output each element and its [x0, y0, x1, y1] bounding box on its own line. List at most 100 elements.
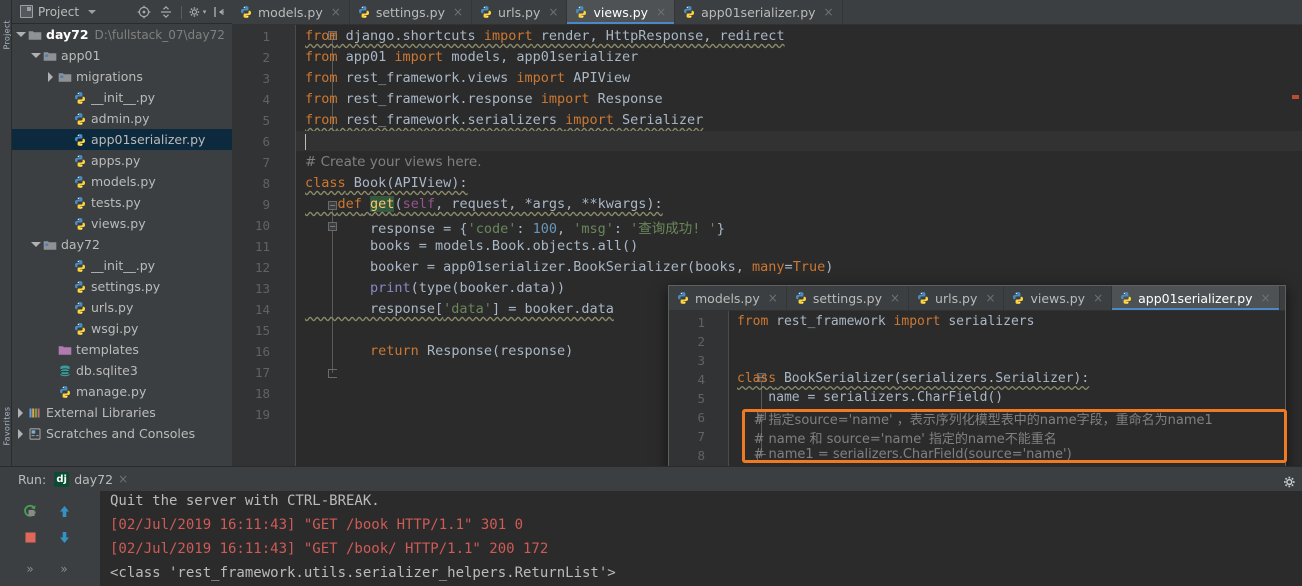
tree-item-urls-py[interactable]: urls.py — [12, 297, 232, 318]
tree-item-manage-py[interactable]: manage.py — [12, 381, 232, 402]
close-icon[interactable]: × — [1261, 291, 1271, 305]
popup-code-line-8[interactable]: # name1 = serializers.CharField(source='… — [737, 447, 1072, 462]
tree-item-admin-py[interactable]: admin.py — [12, 108, 232, 129]
tree-item-label: __init__.py — [91, 90, 156, 105]
code-line-16[interactable]: return Response(response) — [305, 343, 573, 359]
code-line-2[interactable]: from app01 import models, app01serialize… — [305, 49, 638, 65]
tab-settings-py[interactable]: settings.py × — [350, 0, 473, 24]
code-line-5[interactable]: from rest_framework.serializers import S… — [305, 112, 703, 128]
popup-tab-settings-py[interactable]: settings.py × — [787, 286, 910, 310]
tree-item-app01[interactable]: app01 — [12, 45, 232, 66]
run-console-output[interactable]: Quit the server with CTRL-BREAK. [02/Jul/… — [100, 491, 1302, 586]
code-line-13[interactable]: print(type(booker.data)) — [305, 280, 565, 296]
editor-fold-column[interactable]: − − − — [278, 25, 337, 466]
tab-models-py[interactable]: models.py × — [232, 0, 350, 24]
code-line-14[interactable]: response['data'] = booker.data — [305, 301, 614, 317]
locate-target-icon[interactable] — [134, 2, 154, 22]
expand-arrow-icon[interactable] — [14, 32, 27, 37]
collapse-arrow-icon[interactable] — [44, 71, 57, 82]
code-line-1[interactable]: from django.shortcuts import render, Htt… — [305, 28, 785, 44]
collapse-arrow-icon[interactable] — [14, 428, 27, 439]
scratches-icon — [27, 427, 43, 441]
popup-code-line-7[interactable]: # name 和 source='name' 指定的name不能重名 — [737, 428, 1057, 447]
expand-arrow-icon[interactable] — [29, 242, 42, 247]
close-icon[interactable]: × — [453, 5, 463, 19]
code-line-4[interactable]: from rest_framework.response import Resp… — [305, 91, 663, 107]
tree-item-day72[interactable]: day72 D:\fullstack_07\day72 — [12, 24, 232, 45]
code-line-12[interactable]: booker = app01serializer.BookSerializer(… — [305, 259, 833, 275]
tree-item-migrations[interactable]: migrations — [12, 66, 232, 87]
tree-item-wsgi-py[interactable]: wsgi.py — [12, 318, 232, 339]
popup-code-line-4[interactable]: class BookSerializer(serializers.Seriali… — [737, 371, 1089, 386]
tree-item-label: app01serializer.py — [91, 132, 206, 147]
chevron-down-icon[interactable] — [88, 9, 97, 14]
popup-code-line-6[interactable]: # 指定source='name' ，表示序列化模型表中的name字段，重命名为… — [737, 409, 1213, 428]
editor-error-marker[interactable] — [1292, 95, 1299, 99]
close-icon[interactable]: × — [824, 5, 834, 19]
popup-tab-models-py[interactable]: models.py × — [669, 286, 787, 310]
strip-label-favorites[interactable]: Favorites — [3, 404, 12, 446]
tree-item-app01serializer-py[interactable]: app01serializer.py — [12, 129, 232, 150]
close-icon[interactable]: × — [331, 5, 341, 19]
more-right-button[interactable]: » — [52, 557, 76, 581]
tree-item-views-py[interactable]: views.py — [12, 213, 232, 234]
tab-views-py[interactable]: views.py × — [567, 0, 676, 24]
close-icon[interactable]: × — [118, 472, 128, 486]
popup-code-line-1[interactable]: from rest_framework import serializers — [737, 314, 1034, 329]
run-tool-window: Run: dj day72 × » » Quit the server with… — [0, 466, 1302, 586]
tree-item-label: day72 — [61, 237, 100, 252]
tree-item-settings-py[interactable]: settings.py — [12, 276, 232, 297]
expand-arrow-icon[interactable] — [29, 53, 42, 58]
tree-item-day72[interactable]: day72 — [12, 234, 232, 255]
close-icon[interactable]: × — [985, 291, 995, 305]
gear-icon[interactable]: ▾ — [187, 2, 207, 22]
tree-item-templates[interactable]: templates — [12, 339, 232, 360]
code-line-3[interactable]: from rest_framework.views import APIView — [305, 70, 630, 86]
close-icon[interactable]: × — [656, 5, 666, 19]
run-tab-label: day72 — [74, 471, 114, 487]
python-file-icon — [479, 5, 493, 19]
code-line-8[interactable]: class Book(APIView): — [305, 175, 468, 191]
project-title-button[interactable]: Project — [12, 5, 97, 19]
code-line-9[interactable]: def get(self, request, *args, **kwargs): — [305, 196, 663, 212]
scroll-down-button[interactable] — [52, 525, 76, 549]
stop-button[interactable] — [18, 525, 42, 549]
tree-item-tests-py[interactable]: tests.py — [12, 192, 232, 213]
python-file-icon — [1011, 291, 1025, 305]
more-left-button[interactable]: » — [18, 557, 42, 581]
code-line-10[interactable]: response = {'code': 100, 'msg': '查询成功! '… — [305, 217, 725, 237]
collapse-arrow-icon[interactable] — [14, 407, 27, 418]
tree-item-scratches-and-consoles[interactable]: Scratches and Consoles — [12, 423, 232, 444]
line-number: 1 — [262, 29, 270, 44]
popup-gear-icon[interactable] — [1282, 474, 1300, 492]
code-line-11[interactable]: books = models.Book.objects.all() — [305, 238, 638, 254]
tree-item-apps-py[interactable]: apps.py — [12, 150, 232, 171]
close-icon[interactable]: × — [1093, 291, 1103, 305]
tab-app01serializer-py[interactable]: app01serializer.py × — [675, 0, 843, 24]
tree-item-init-py[interactable]: __init__.py — [12, 255, 232, 276]
rerun-button[interactable] — [18, 499, 42, 523]
tab-urls-py[interactable]: urls.py × — [472, 0, 568, 24]
close-icon[interactable]: × — [548, 5, 558, 19]
run-tab-day72[interactable]: dj day72 × — [54, 471, 128, 487]
popup-tab-views-py[interactable]: views.py × — [1004, 286, 1113, 310]
tree-item-db-sqlite3[interactable]: db.sqlite3 — [12, 360, 232, 381]
python-icon — [72, 133, 88, 147]
tree-item-external-libraries[interactable]: External Libraries — [12, 402, 232, 423]
collapse-all-icon[interactable] — [156, 2, 176, 22]
tree-item-init-py[interactable]: __init__.py — [12, 87, 232, 108]
hide-panel-icon[interactable] — [209, 2, 229, 22]
line-number: 3 — [262, 71, 270, 86]
code-line-7[interactable]: # Create your views here. — [305, 154, 482, 170]
strip-label-project[interactable]: Project — [3, 8, 12, 49]
scroll-up-button[interactable] — [52, 499, 76, 523]
tree-item-label: External Libraries — [46, 405, 156, 420]
popup-tab-app01serializer-py[interactable]: app01serializer.py × — [1112, 286, 1280, 310]
popup-code-line-5[interactable]: name = serializers.CharField() — [737, 390, 1003, 405]
project-tree[interactable]: day72 D:\fullstack_07\day72 app01 migration… — [12, 24, 232, 466]
popup-tab-urls-py[interactable]: urls.py × — [909, 286, 1005, 310]
close-icon[interactable]: × — [890, 291, 900, 305]
close-icon[interactable]: × — [768, 291, 778, 305]
popup-line-number: 8 — [697, 448, 705, 463]
tree-item-models-py[interactable]: models.py — [12, 171, 232, 192]
